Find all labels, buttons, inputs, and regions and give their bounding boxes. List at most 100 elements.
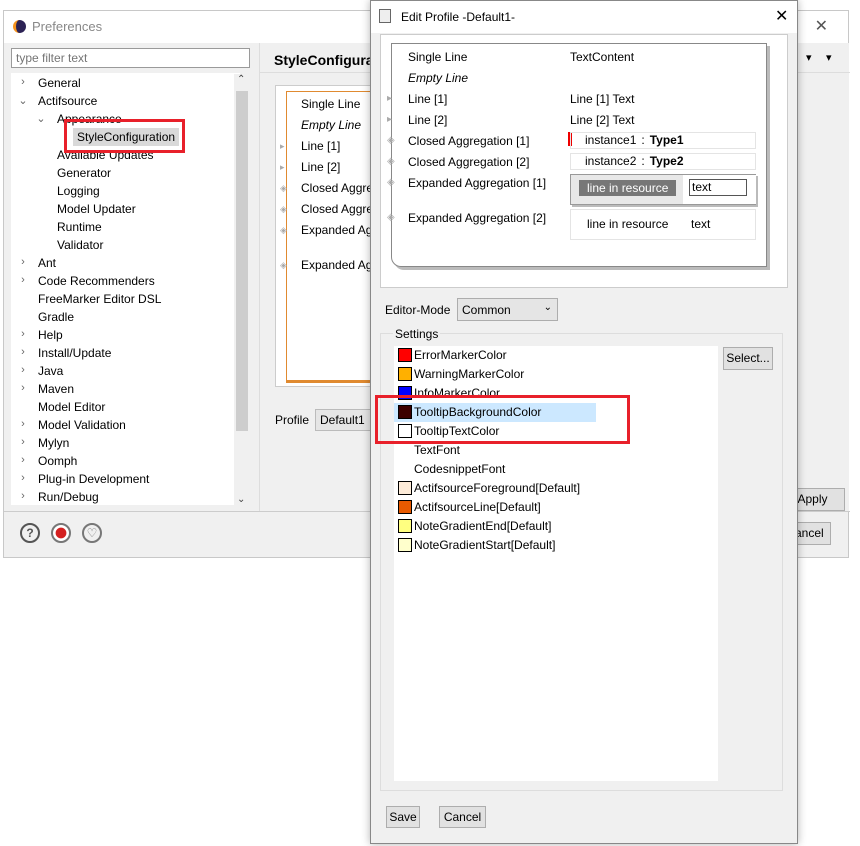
settings-item[interactable]: CodesnippetFont	[394, 460, 694, 479]
chevron-right-icon[interactable]: ›	[17, 490, 29, 502]
instance-box[interactable]: instance2: Type2	[570, 153, 756, 170]
preview-row: Single Line	[301, 97, 361, 111]
close-icon[interactable]: ✕	[815, 16, 828, 36]
aggregation-icon: ◈	[280, 225, 287, 235]
help-icon[interactable]: ?	[20, 523, 40, 543]
tree-item[interactable]: Validator	[57, 236, 103, 254]
chevron-right-icon[interactable]: ›	[17, 364, 29, 376]
tree-item[interactable]: Run/Debug	[38, 488, 99, 506]
tree-item[interactable]: Actifsource	[38, 92, 97, 110]
profile-label: Profile	[275, 413, 310, 427]
highlight-box	[375, 395, 630, 444]
dialog-icon	[379, 9, 391, 23]
view-menu-icon[interactable]: ▾	[806, 51, 812, 64]
color-swatch	[398, 519, 412, 533]
preview-row: Line [2]	[301, 160, 341, 174]
chevron-right-icon[interactable]: ›	[17, 274, 29, 286]
tree-item[interactable]: Gradle	[38, 308, 74, 326]
chevron-right-icon[interactable]: ›	[17, 382, 29, 394]
settings-item[interactable]: ActifsourceForeground[Default]	[394, 479, 694, 498]
chevron-right-icon[interactable]: ›	[17, 472, 29, 484]
color-swatch	[398, 538, 412, 552]
tree-item[interactable]: Logging	[57, 182, 100, 200]
settings-item-label: NoteGradientEnd[Default]	[414, 519, 552, 533]
dialog-close-icon[interactable]: ✕	[775, 6, 788, 26]
tree-item[interactable]: Generator	[57, 164, 111, 182]
settings-item-label: CodesnippetFont	[414, 462, 506, 476]
filter-input[interactable]	[11, 48, 250, 68]
expanded-aggregation-icon[interactable]: ◈	[387, 212, 395, 223]
settings-item[interactable]: ErrorMarkerColor	[394, 346, 694, 365]
expanded-aggregation-icon[interactable]: ◈	[387, 177, 395, 188]
record-macro-icon[interactable]	[51, 523, 71, 543]
tree-item[interactable]: Install/Update	[38, 344, 111, 362]
expand-icon[interactable]: ▸	[387, 114, 392, 125]
chevron-down-icon: ⌄	[543, 302, 552, 313]
preview-row: Closed Aggre	[301, 181, 374, 195]
settings-item[interactable]: NoteGradientEnd[Default]	[394, 517, 694, 536]
instance-box[interactable]: instance1: Type1	[570, 132, 756, 149]
editor-mode-label: Editor-Mode	[385, 303, 451, 317]
profile-value: Default1	[320, 413, 365, 427]
tips-bulb-icon[interactable]: ♡	[82, 523, 102, 543]
tree-item[interactable]: FreeMarker Editor DSL	[38, 290, 161, 308]
preview-label: Line [1]	[408, 92, 448, 106]
scroll-up-icon[interactable]: ⌃	[237, 74, 245, 85]
tree-item[interactable]: Model Validation	[38, 416, 126, 434]
scrollbar-thumb[interactable]	[236, 91, 248, 431]
line-in-resource: line in resource	[587, 217, 669, 231]
select-button[interactable]: Select...	[723, 347, 773, 370]
chevron-right-icon[interactable]: ›	[17, 76, 29, 88]
collapsed-aggregation-icon[interactable]: ◈	[387, 135, 395, 146]
text-field[interactable]: text	[689, 179, 747, 196]
tree-item[interactable]: Model Updater	[57, 200, 136, 218]
tree-item[interactable]: Code Recommenders	[38, 272, 155, 290]
editor-mode-value: Common	[462, 303, 511, 317]
settings-item[interactable]: ActifsourceLine[Default]	[394, 498, 694, 517]
collapsed-aggregation-icon[interactable]: ◈	[387, 156, 395, 167]
chevron-down-icon[interactable]: ⌄	[17, 94, 29, 107]
tree-item[interactable]: General	[38, 74, 81, 92]
colon: :	[641, 154, 645, 168]
tree-item[interactable]: Maven	[38, 380, 74, 398]
line-in-resource: line in resource	[579, 180, 677, 196]
chevron-right-icon[interactable]: ›	[17, 328, 29, 340]
highlight-box	[64, 119, 185, 153]
tree-item[interactable]: Oomph	[38, 452, 77, 470]
editor-mode-select[interactable]: Common ⌄	[457, 298, 558, 321]
save-button[interactable]: Save	[386, 806, 420, 828]
tree-item[interactable]: Mylyn	[38, 434, 69, 452]
settings-item-label: NoteGradientStart[Default]	[414, 538, 556, 552]
color-swatch	[398, 481, 412, 495]
chevron-right-icon[interactable]: ›	[17, 256, 29, 268]
expand-icon[interactable]: ▸	[387, 93, 392, 104]
chevron-right-icon[interactable]: ›	[17, 346, 29, 358]
settings-item[interactable]: WarningMarkerColor	[394, 365, 694, 384]
dialog-cancel-button[interactable]: Cancel	[439, 806, 486, 828]
settings-item-label: ActifsourceLine[Default]	[414, 500, 541, 514]
chevron-right-icon[interactable]: ›	[17, 418, 29, 430]
tree-item[interactable]: Help	[38, 326, 63, 344]
line2-text: Line [2] Text	[570, 113, 635, 127]
tree-item[interactable]: Java	[38, 362, 63, 380]
tree-item[interactable]: Model Editor	[38, 398, 105, 416]
dialog-title-bar: Edit Profile -Default1- ✕	[371, 1, 797, 33]
chevron-right-icon[interactable]: ›	[17, 436, 29, 448]
tree-item[interactable]: Runtime	[57, 218, 102, 236]
preview-label: Empty Line	[408, 71, 469, 85]
expanded-aggregation-box: line in resource text	[570, 174, 756, 205]
preview-label: Line [2]	[408, 113, 448, 127]
edit-profile-dialog: Edit Profile -Default1- ✕ Single Line Emp…	[370, 0, 798, 844]
page-menu-icon[interactable]: ▾	[826, 51, 832, 64]
chevron-right-icon[interactable]: ›	[17, 454, 29, 466]
tree-item[interactable]: Plug-in Development	[38, 470, 149, 488]
aggregation-icon: ◈	[280, 183, 287, 193]
chevron-down-icon[interactable]: ⌄	[35, 112, 47, 125]
preview-box: Single Line Empty Line Line [1] ▸ Line [2] ▸ C…	[275, 85, 386, 387]
eclipse-icon	[13, 20, 26, 33]
dialog-title: Edit Profile -Default1-	[401, 10, 516, 24]
scroll-down-icon[interactable]: ⌄	[237, 494, 245, 505]
tree-item[interactable]: Ant	[38, 254, 56, 272]
settings-item[interactable]: NoteGradientStart[Default]	[394, 536, 694, 555]
expand-icon: ▸	[280, 162, 285, 172]
